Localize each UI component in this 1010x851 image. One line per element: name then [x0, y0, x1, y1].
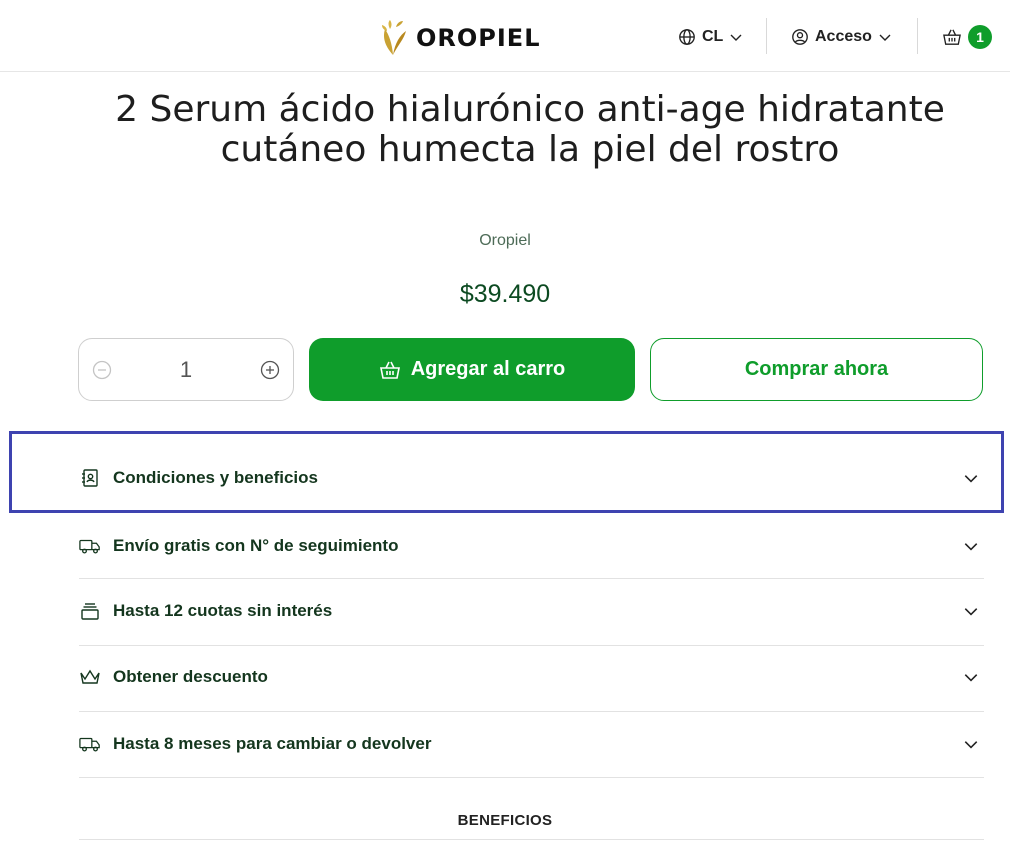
site-header: OROPIEL CL Acceso 1	[0, 0, 1010, 72]
product-title: 2 Serum ácido hialurónico anti-age hidra…	[115, 89, 945, 170]
buy-now-button[interactable]: Comprar ahora	[650, 338, 983, 401]
chevron-down-icon	[962, 735, 980, 753]
locale-selector[interactable]: CL	[678, 24, 743, 50]
accordion-item-discount[interactable]: Obtener descuento	[79, 665, 984, 689]
user-circle-icon	[792, 29, 808, 45]
chevron-down-icon	[962, 668, 980, 686]
accordion-label: Condiciones y beneficios	[113, 468, 318, 487]
account-menu[interactable]: Acceso	[791, 24, 892, 50]
accordion-label: Obtener descuento	[113, 667, 268, 686]
crown-icon	[79, 666, 101, 688]
accordion-item-installments[interactable]: Hasta 12 cuotas sin interés	[79, 599, 984, 623]
accordion-item-shipping[interactable]: Envío gratis con N° de seguimiento	[79, 534, 984, 558]
minus-circle-icon	[92, 360, 112, 379]
accordion-divider	[79, 578, 984, 579]
cart-button[interactable]: 1	[942, 24, 992, 50]
basket-icon	[943, 29, 961, 45]
quantity-stepper: 1	[78, 338, 294, 401]
quantity-input[interactable]: 1	[146, 357, 226, 383]
header-divider	[917, 18, 918, 54]
card-stack-icon	[79, 600, 101, 622]
product-price: $39.490	[459, 280, 551, 308]
brand-logo[interactable]: OROPIEL	[376, 18, 541, 58]
add-to-cart-label: Agregar al carro	[410, 358, 566, 380]
cart-count-badge: 1	[968, 25, 992, 49]
add-to-cart-button[interactable]: Agregar al carro	[309, 338, 635, 401]
contact-book-icon	[79, 467, 101, 489]
chevron-down-icon	[962, 469, 980, 487]
truck-icon	[79, 535, 101, 557]
basket-icon	[379, 361, 400, 379]
chevron-down-icon	[962, 602, 980, 620]
accordion-item-conditions[interactable]: Condiciones y beneficios	[79, 466, 984, 490]
product-vendor[interactable]: Oropiel	[0, 232, 1010, 250]
gold-leaf-icon	[382, 20, 406, 55]
brand-name: OROPIEL	[416, 24, 541, 52]
increase-quantity-button[interactable]	[259, 359, 281, 381]
benefits-heading: BENEFICIOS	[457, 812, 553, 829]
accordion-divider	[79, 711, 984, 712]
accordion-label: Envío gratis con N° de seguimiento	[113, 536, 399, 555]
accordion-label: Hasta 12 cuotas sin interés	[113, 601, 333, 620]
chevron-down-icon	[879, 34, 891, 41]
globe-icon	[679, 29, 695, 45]
truck-icon	[79, 733, 101, 755]
plus-circle-icon	[260, 360, 280, 379]
accordion-divider	[79, 777, 984, 778]
accordion-divider	[79, 645, 984, 646]
buy-now-label: Comprar ahora	[744, 358, 889, 380]
account-label: Acceso	[815, 28, 872, 45]
chevron-down-icon	[730, 34, 742, 41]
accordion-label: Hasta 8 meses para cambiar o devolver	[113, 734, 432, 753]
header-divider	[766, 18, 767, 54]
accordion-item-returns[interactable]: Hasta 8 meses para cambiar o devolver	[79, 732, 984, 756]
chevron-down-icon	[962, 537, 980, 555]
section-divider	[79, 839, 984, 840]
decrease-quantity-button[interactable]	[91, 359, 113, 381]
locale-label: CL	[702, 28, 724, 45]
